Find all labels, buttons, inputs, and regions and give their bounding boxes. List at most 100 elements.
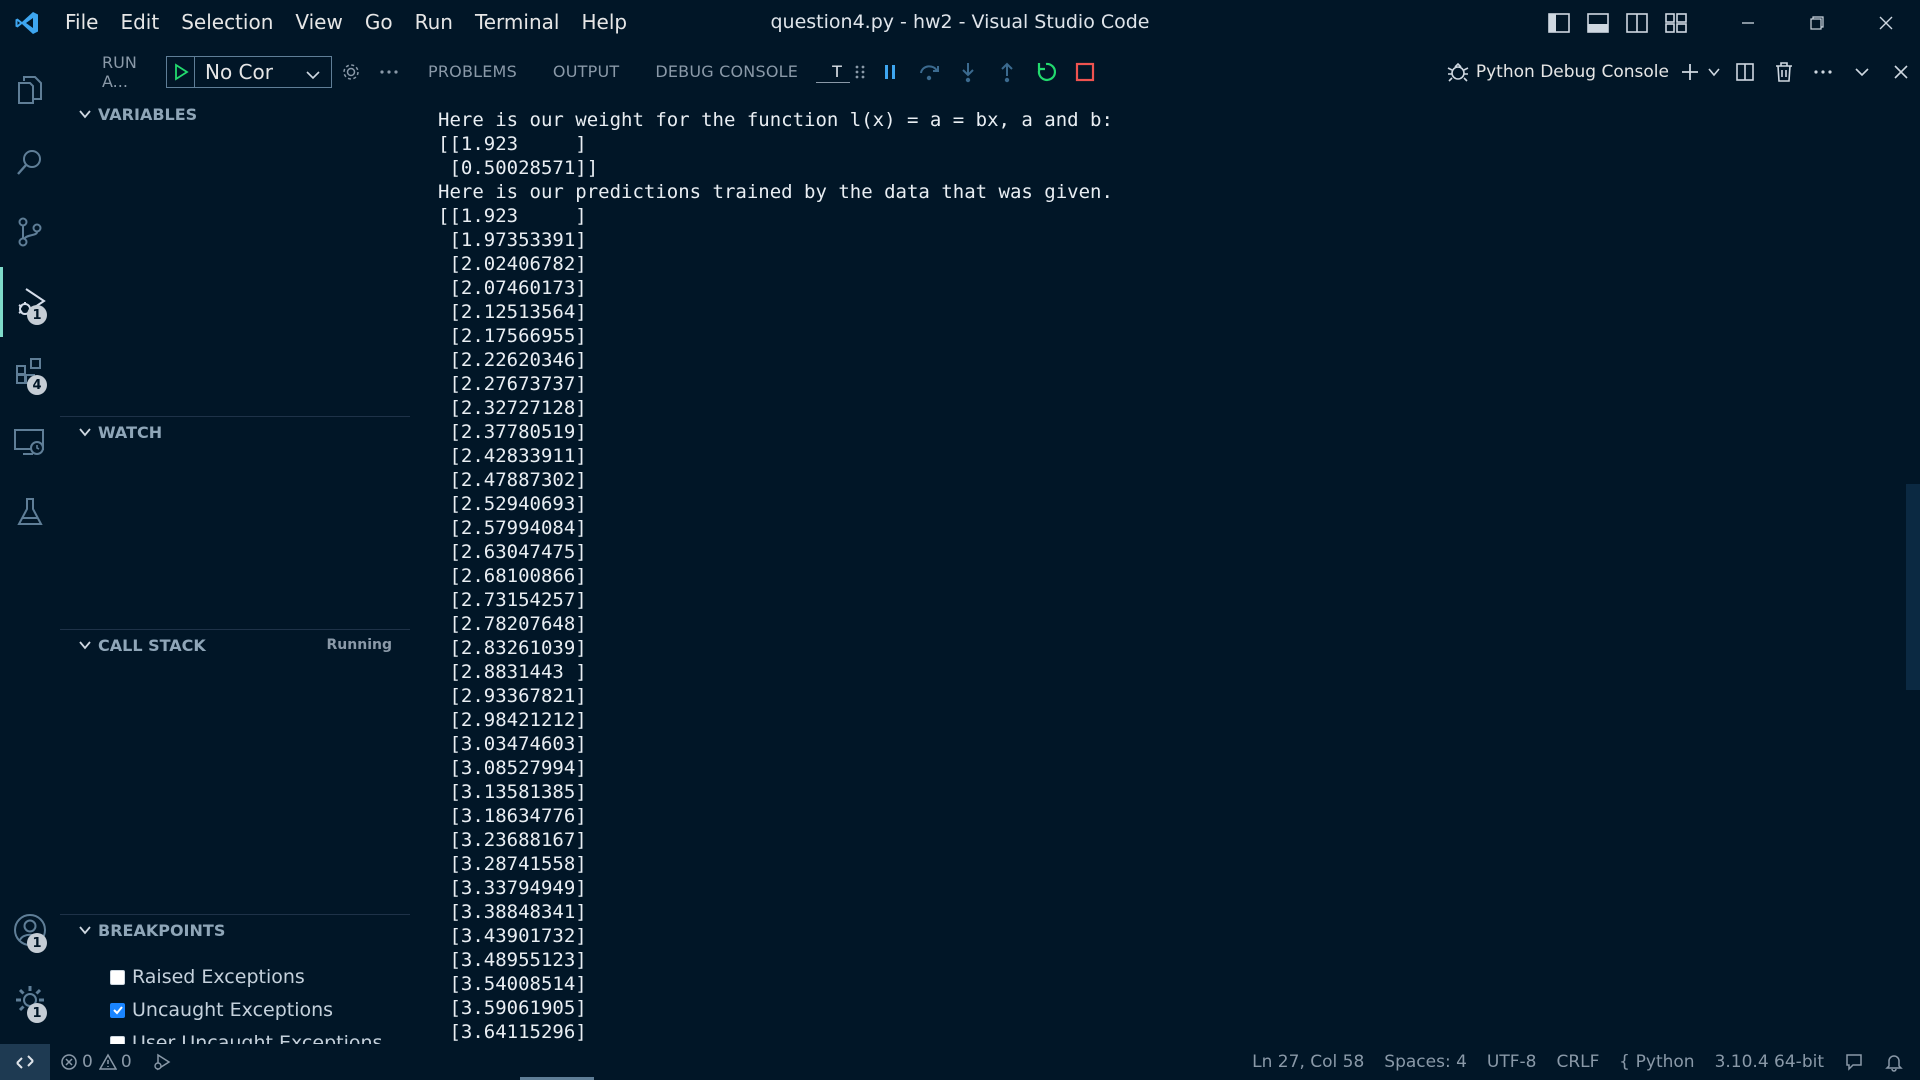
section-divider (60, 914, 410, 915)
console-line: [3.43901732] (438, 925, 587, 947)
remote-explorer-icon[interactable] (0, 407, 60, 477)
manage-gear-icon[interactable]: 1 (0, 965, 60, 1035)
minimize-icon[interactable] (1713, 0, 1782, 45)
status-right-group: Ln 27, Col 58 Spaces: 4 UTF-8 CRLF { Pyt… (1242, 1044, 1920, 1080)
console-line: [2.32727128] (438, 397, 587, 419)
run-and-debug-icon[interactable]: 1 (0, 267, 60, 337)
end-of-line[interactable]: CRLF (1546, 1044, 1609, 1080)
python-interpreter[interactable]: 3.10.4 64-bit (1705, 1044, 1834, 1080)
step-over-icon[interactable] (909, 52, 948, 92)
breakpoint-raised-exceptions[interactable]: Raised Exceptions (110, 963, 305, 991)
breakpoint-checkbox[interactable] (110, 1002, 125, 1018)
toggle-primary-sidebar-icon[interactable] (1539, 0, 1578, 45)
indentation[interactable]: Spaces: 4 (1374, 1044, 1477, 1080)
close-window-icon[interactable] (1851, 0, 1920, 45)
console-line: [2.07460173] (438, 277, 587, 299)
source-control-icon[interactable] (0, 197, 60, 267)
menu-edit[interactable]: Edit (109, 0, 170, 45)
split-terminal-icon[interactable] (1725, 52, 1764, 92)
restore-icon[interactable] (1782, 0, 1851, 45)
search-icon[interactable] (0, 127, 60, 197)
error-icon (61, 1054, 77, 1070)
sidebar-title: RUN A... (102, 53, 137, 91)
activity-bar: 1 4 1 1 (0, 45, 60, 1044)
console-line: [3.33794949] (438, 877, 587, 899)
start-debugging-button[interactable] (166, 56, 194, 88)
breakpoint-label: Uncaught Exceptions (132, 999, 334, 1021)
title-actions (1539, 0, 1920, 45)
braces-icon: { (1619, 1052, 1630, 1072)
breakpoints-section-header[interactable]: BREAKPOINTS (60, 915, 410, 945)
extensions-icon[interactable]: 4 (0, 337, 60, 407)
notifications-bell-icon[interactable] (1874, 1044, 1920, 1080)
maximize-panel-chevron-icon[interactable] (1842, 52, 1881, 92)
chevron-down-icon (305, 64, 321, 88)
console-line: [3.38848341] (438, 901, 587, 923)
debug-launch-icon[interactable] (142, 1044, 182, 1080)
new-terminal-plus-icon[interactable] (1677, 52, 1703, 92)
drag-handle-icon[interactable] (850, 52, 870, 92)
menu-file[interactable]: File (54, 0, 109, 45)
terminal-dropdown-chevron-icon[interactable] (1703, 52, 1725, 92)
breakpoint-checkbox[interactable] (110, 969, 125, 985)
step-into-icon[interactable] (948, 52, 987, 92)
explorer-icon[interactable] (0, 55, 60, 125)
call-stack-section-header[interactable]: CALL STACK Running (60, 630, 410, 660)
watch-section-header[interactable]: WATCH (60, 417, 410, 447)
testing-icon[interactable] (0, 477, 60, 547)
toggle-panel-icon[interactable] (1578, 0, 1617, 45)
console-line: [2.83261039] (438, 637, 587, 659)
terminal-scrollbar[interactable] (1906, 484, 1920, 690)
accounts-icon[interactable]: 1 (0, 895, 60, 965)
warning-count: 0 (120, 1052, 132, 1072)
customize-layout-icon[interactable] (1656, 0, 1695, 45)
more-actions-icon[interactable] (370, 56, 408, 88)
console-line: [2.63047475] (438, 541, 587, 563)
stop-icon[interactable] (1065, 52, 1104, 92)
more-actions-icon[interactable] (1803, 52, 1842, 92)
feedback-icon[interactable] (1834, 1044, 1874, 1080)
call-stack-title: CALL STACK (98, 635, 206, 655)
console-line: [2.78207648] (438, 613, 587, 635)
tab-debug-console[interactable]: DEBUG CONSOLE (637, 45, 816, 99)
menu-selection[interactable]: Selection (170, 0, 284, 45)
menu-run[interactable]: Run (404, 0, 464, 45)
remote-indicator-button[interactable] (0, 1044, 50, 1080)
cursor-position[interactable]: Ln 27, Col 58 (1242, 1044, 1374, 1080)
console-line: Here is our weight for the function l(x)… (438, 109, 1113, 131)
terminal-instance-selector[interactable]: Python Debug Console (1446, 60, 1669, 84)
tab-output[interactable]: OUTPUT (535, 45, 637, 99)
section-divider (60, 416, 410, 417)
language-label: Python (1635, 1052, 1695, 1072)
call-stack-status: Running (326, 637, 392, 653)
breakpoints-title: BREAKPOINTS (98, 920, 226, 940)
problems-status[interactable]: 0 0 (50, 1044, 142, 1080)
menu-go[interactable]: Go (354, 0, 404, 45)
breakpoint-uncaught-exceptions[interactable]: Uncaught Exceptions (110, 996, 333, 1024)
restart-icon[interactable] (1026, 52, 1065, 92)
language-mode[interactable]: { Python (1609, 1044, 1704, 1080)
kill-terminal-trash-icon[interactable] (1764, 52, 1803, 92)
console-line: [2.98421212] (438, 709, 587, 731)
tab-problems[interactable]: PROBLEMS (410, 45, 535, 99)
debug-config-select[interactable]: No Cor (194, 56, 332, 88)
pause-icon[interactable] (870, 52, 909, 92)
step-out-icon[interactable] (987, 52, 1026, 92)
toggle-secondary-sidebar-icon[interactable] (1617, 0, 1656, 45)
run-and-debug-sidebar: RUN A... No Cor VARIABLES WATCH CALL STA… (60, 45, 410, 1054)
terminal-output[interactable]: Here is our weight for the function l(x)… (438, 108, 1898, 1043)
panel-actions: Python Debug Console (1446, 45, 1920, 99)
variables-section-header[interactable]: VARIABLES (60, 99, 410, 129)
menu-help[interactable]: Help (570, 0, 638, 45)
console-line: [3.28741558] (438, 853, 587, 875)
play-icon (174, 63, 189, 81)
menu-terminal[interactable]: Terminal (464, 0, 571, 45)
console-line: [[1.923 ] (438, 205, 587, 227)
tab-terminal[interactable]: T (816, 62, 851, 83)
menu-view[interactable]: View (284, 0, 353, 45)
menu-bar: File Edit Selection View Go Run Terminal… (54, 0, 638, 45)
accounts-badge: 1 (27, 933, 47, 953)
encoding[interactable]: UTF-8 (1477, 1044, 1547, 1080)
close-panel-icon[interactable] (1881, 52, 1920, 92)
open-launch-json-gear-icon[interactable] (332, 56, 370, 88)
